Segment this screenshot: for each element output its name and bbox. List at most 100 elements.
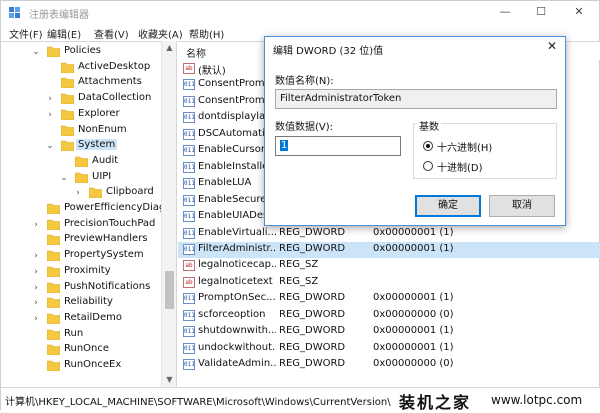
table-row[interactable]: ab legalnoticecap... REG_SZ (178, 258, 600, 274)
table-row[interactable]: 011 FilterAdministr... REG_DWORD 0x00000001… (178, 241, 600, 258)
tree-item[interactable]: › Proximity (1, 264, 161, 280)
tree-item-label: Run (64, 327, 84, 339)
cell-data: 0x00000001 (1) (373, 292, 454, 304)
minimize-button[interactable]: — (487, 1, 523, 23)
cell-data: 0x00000001 (1) (373, 242, 454, 254)
expand-chevron-icon (45, 62, 55, 74)
tree-item[interactable]: RunOnceEx (1, 358, 161, 374)
tree-item-label: Audit (92, 154, 119, 166)
tree-item[interactable]: › RetailDemo (1, 311, 161, 327)
column-name[interactable]: 名称 (186, 45, 206, 60)
cell-type: REG_SZ (279, 275, 319, 287)
table-row[interactable]: ab legalnoticetext REG_SZ (178, 275, 600, 291)
binary-value-icon: 011 (183, 293, 195, 305)
tree-item-label: Clipboard (106, 186, 154, 198)
cell-data: 0x00000001 (1) (373, 325, 454, 337)
expand-chevron-icon (31, 203, 41, 215)
tree-item[interactable]: ActiveDesktop (1, 60, 161, 76)
expand-chevron-icon[interactable]: › (31, 313, 41, 325)
expand-chevron-icon[interactable]: › (73, 187, 83, 199)
menu-file[interactable]: 文件(F) (9, 26, 43, 41)
value-data-input[interactable]: 1 (275, 136, 401, 156)
folder-icon (47, 282, 60, 293)
tree-item-label: Attachments (78, 76, 142, 88)
scroll-up-icon[interactable]: ▲ (162, 41, 177, 55)
tree-item[interactable]: › PrecisionTouchPad (1, 217, 161, 233)
scroll-down-icon[interactable]: ▼ (162, 373, 177, 387)
menu-view[interactable]: 查看(V) (94, 26, 129, 41)
tree-item[interactable]: › PropertySystem (1, 248, 161, 264)
cell-name: ValidateAdmin... (198, 358, 276, 370)
cell-type: REG_DWORD (279, 341, 346, 353)
expand-chevron-icon (45, 125, 55, 137)
expand-chevron-icon[interactable]: › (45, 93, 55, 105)
tree-item-label: PushNotifications (64, 280, 151, 292)
tree-item[interactable]: › DataCollection (1, 91, 161, 107)
binary-value-icon: 011 (183, 342, 195, 354)
key-tree[interactable]: ⌄ Policies ActiveDesktop Attachments › DataCo… (1, 41, 177, 387)
tree-item[interactable]: ⌄ System (1, 138, 161, 154)
tree-scrollbar[interactable]: ▲ ▼ (161, 41, 176, 387)
tree-item-label: ActiveDesktop (78, 60, 151, 72)
cell-data: 0x00000001 (1) (373, 226, 454, 238)
table-row[interactable]: 011 PromptOnSec... REG_DWORD 0x00000001 (1) (178, 291, 600, 307)
tree-item[interactable]: › PushNotifications (1, 280, 161, 296)
tree-item[interactable]: › Reliability (1, 295, 161, 311)
tree-item[interactable]: › Clipboard (1, 185, 161, 201)
table-row[interactable]: 011 undockwithout... REG_DWORD 0x00000001 (… (178, 341, 600, 357)
expand-chevron-icon[interactable]: › (31, 297, 41, 309)
binary-value-icon: 011 (183, 178, 195, 190)
table-row[interactable]: 011 ValidateAdmin... REG_DWORD 0x00000000 (… (178, 357, 600, 373)
expand-chevron-icon (59, 156, 69, 168)
dec-radio[interactable] (423, 161, 433, 171)
table-row[interactable]: 011 shutdownwith... REG_DWORD 0x00000001 (1… (178, 324, 600, 340)
tree-item[interactable]: RunOnce (1, 342, 161, 358)
expand-chevron-icon[interactable]: › (31, 266, 41, 278)
hex-label[interactable]: 十六进制(H) (437, 139, 492, 154)
collapse-chevron-icon[interactable]: ⌄ (45, 140, 55, 152)
binary-value-icon: 011 (183, 359, 195, 371)
tree-item[interactable]: Run (1, 327, 161, 343)
tree-item-label: Proximity (64, 264, 111, 276)
tree-item[interactable]: PowerEfficiencyDiag (1, 201, 165, 217)
folder-icon (75, 172, 88, 183)
title-bar[interactable]: 注册表编辑器 — ☐ ✕ (1, 1, 599, 23)
folder-icon (47, 250, 60, 262)
folder-icon (61, 125, 74, 136)
tree-item[interactable]: Attachments (1, 75, 161, 91)
tree-item[interactable]: PreviewHandlers (1, 232, 161, 248)
tree-item[interactable]: NonEnum (1, 123, 161, 139)
expand-chevron-icon[interactable]: › (31, 282, 41, 294)
tree-item[interactable]: Audit (1, 154, 161, 170)
expand-chevron-icon[interactable]: › (45, 109, 55, 121)
collapse-chevron-icon[interactable]: ⌄ (59, 172, 69, 184)
cell-type: REG_DWORD (279, 292, 346, 304)
tree-item[interactable]: ⌄ Policies (1, 44, 161, 60)
menu-help[interactable]: 帮助(H) (189, 26, 224, 41)
dialog-close-icon[interactable]: ✕ (545, 39, 559, 53)
cell-data: 0x00000000 (0) (373, 308, 454, 320)
maximize-button[interactable]: ☐ (523, 1, 559, 23)
folder-icon (61, 78, 74, 89)
menu-favorites[interactable]: 收藏夹(A) (138, 26, 183, 41)
tree-item[interactable]: ⌄ UIPI (1, 170, 161, 186)
expand-chevron-icon[interactable]: › (31, 250, 41, 262)
tree-item-label: Explorer (78, 107, 120, 119)
table-row[interactable]: 011 scforceoption REG_DWORD 0x00000000 (0) (178, 308, 600, 324)
table-row[interactable]: 011 EnableVirtuali... REG_DWORD 0x00000001 … (178, 226, 600, 242)
value-data-label: 数值数据(V): (275, 122, 334, 133)
scroll-thumb[interactable] (165, 271, 174, 309)
folder-icon (47, 46, 60, 57)
menu-edit[interactable]: 编辑(E) (47, 26, 81, 41)
cell-name: PromptOnSec... (198, 292, 276, 304)
tree-item[interactable]: › Explorer (1, 107, 161, 123)
hex-radio[interactable] (423, 141, 433, 151)
expand-chevron-icon[interactable]: › (31, 219, 41, 231)
binary-value-icon: 011 (183, 112, 195, 124)
status-bar: 计算机\HKEY_LOCAL_MACHINE\SOFTWARE\Microsof… (1, 387, 600, 412)
close-button[interactable]: ✕ (561, 1, 597, 23)
collapse-chevron-icon[interactable]: ⌄ (31, 46, 41, 58)
cancel-button[interactable]: 取消 (489, 195, 555, 217)
dec-label[interactable]: 十进制(D) (437, 159, 483, 174)
ok-button[interactable]: 确定 (415, 195, 481, 217)
